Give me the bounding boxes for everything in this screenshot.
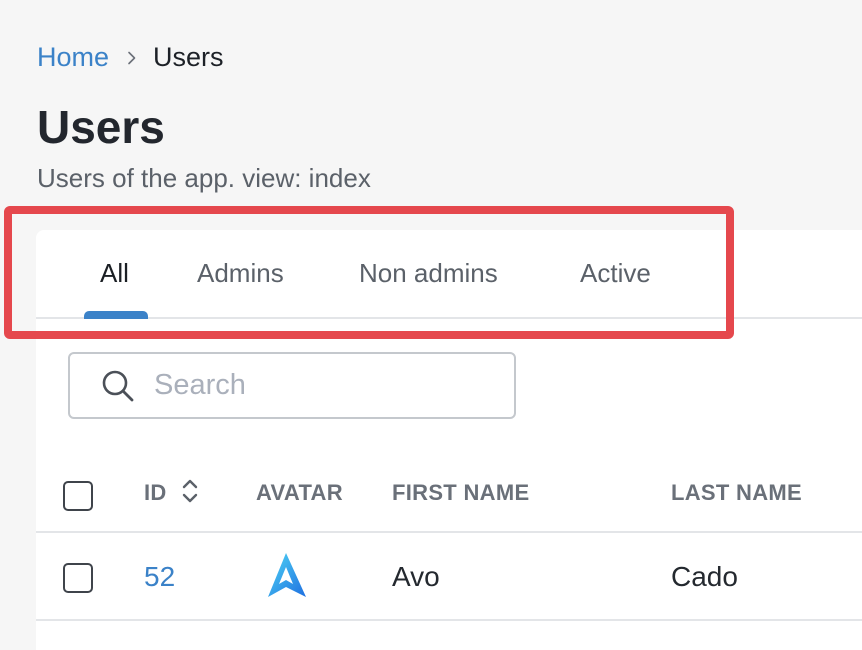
page-title: Users xyxy=(37,101,165,153)
sort-icon[interactable] xyxy=(182,478,198,504)
breadcrumb: Home Users xyxy=(37,42,224,73)
chevron-right-icon xyxy=(125,51,139,65)
table-row[interactable]: 52 Avo Cado xyxy=(36,533,862,621)
search-icon xyxy=(100,368,136,404)
breadcrumb-home-link[interactable]: Home xyxy=(37,42,109,73)
column-header-last-name[interactable]: LAST NAME xyxy=(671,480,802,506)
row-first-name: Avo xyxy=(392,561,440,592)
tabs-highlight-annotation xyxy=(4,206,734,339)
breadcrumb-current: Users xyxy=(153,42,224,72)
column-header-first-name[interactable]: FIRST NAME xyxy=(392,480,529,506)
avo-logo-icon xyxy=(262,551,312,601)
select-all-checkbox[interactable] xyxy=(63,481,93,511)
search-input[interactable] xyxy=(154,369,514,402)
table-header: ID AVATAR FIRST NAME LAST NAME xyxy=(36,460,862,533)
column-header-id[interactable]: ID xyxy=(144,480,167,506)
search-box[interactable] xyxy=(68,352,516,419)
row-last-name: Cado xyxy=(671,561,738,592)
row-checkbox[interactable] xyxy=(63,563,93,593)
row-id-link[interactable]: 52 xyxy=(144,561,175,593)
column-header-avatar: AVATAR xyxy=(256,480,343,505)
page-description: Users of the app. view: index xyxy=(37,163,371,193)
